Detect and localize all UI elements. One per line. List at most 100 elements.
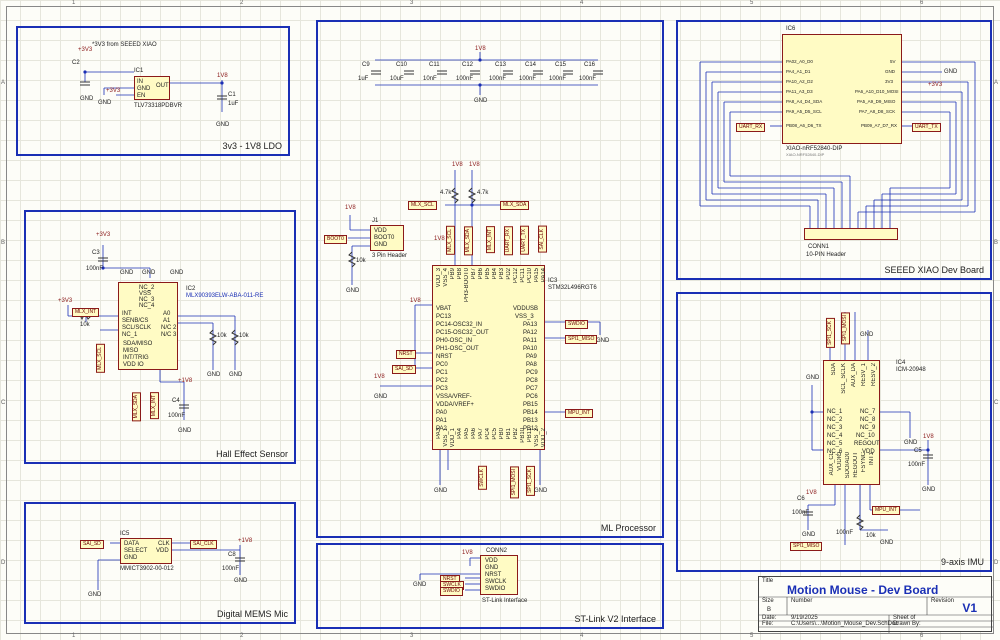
stlink-net-swdio: SWDIO (440, 587, 463, 596)
ml-c15-val: 100nF (549, 76, 567, 82)
xiao-10pin-header (804, 228, 898, 240)
block-title-stlink: ST-Link V2 Interface (574, 614, 656, 624)
ml-c10-ref: C10 (396, 62, 408, 68)
imu-pin-l2: NC_2 (827, 417, 843, 423)
mic-gnd-2: GND (88, 592, 102, 598)
ml-c11-val: 10nF (423, 76, 437, 82)
ldo-pin-out: OUT (156, 83, 169, 89)
hall-net-int: MLX_INT (150, 392, 159, 420)
boot-pin-gnd: GND (374, 242, 388, 248)
ml-net-nrst: NRST (396, 350, 416, 359)
imu-pin-b4: REGOUT (853, 452, 859, 478)
mcu-pin-b7: PA7 (478, 428, 484, 439)
xiao-module-ic: PA02_A0_D0 PA4_A1_D1 PA10_A2_D2 PA11_A3_… (782, 34, 902, 144)
block-title-ldo: 3v3 - 1V8 LDO (222, 141, 282, 151)
imu-pin-l3: NC_3 (827, 425, 843, 431)
mcu-pin-t13: PC11 (520, 268, 526, 283)
imu-net-sck: SPI1_SCK (826, 318, 835, 348)
hall-pin-trig: INT/TRIG (123, 355, 149, 361)
hall-pwr-3: +1V8 (178, 378, 193, 384)
ml-c15-ref: C15 (555, 62, 567, 68)
block-title-xiao: SEEED XIAO Dev Board (884, 265, 984, 275)
mcu-pin-r6: PA10 (523, 346, 538, 352)
mcu-pin-t16: PA14 (541, 268, 547, 283)
ml-net-uart-rx-v: UART_RX (504, 226, 513, 256)
imu-pin-r2: NC_8 (860, 417, 876, 423)
mic-pin-gnd: GND (124, 555, 138, 561)
hall-r3-val: 10k (239, 333, 249, 339)
mcu-pin-b2: VSS_1 (443, 428, 449, 447)
mcu-pin-b5: PA5 (464, 428, 470, 439)
tb-revision-label: Revision (931, 598, 955, 604)
tb-size: B (767, 607, 772, 613)
ml-net-scl-v: MLX_SCL (446, 226, 455, 255)
imu-pin-r5: REGOUT (854, 441, 880, 447)
mcu-pin-l8: PC0 (436, 362, 448, 368)
stlink-pin-swdio: SWDIO (485, 586, 506, 592)
ml-top-pwr: 1V8 (434, 236, 445, 242)
ml-boot-pwr: 1V8 (345, 205, 356, 211)
mcu-pin-b1: PA3 (436, 428, 442, 439)
imu-pin-b5: FSYNC (861, 452, 867, 473)
mcu-pin-b4: PA4 (457, 428, 463, 439)
title-block: Title Motion Mouse - Dev Board Size B Nu… (758, 576, 993, 633)
ml-c14-val: 100nF (519, 76, 537, 82)
ml-net-swdio: SWDIO (565, 320, 588, 329)
stlink-gnd: GND (413, 582, 427, 588)
ldo-c1-val: 1uF (228, 101, 239, 107)
hall-c4-ref: C4 (172, 398, 180, 404)
hall-gnd-3: GND (170, 270, 184, 276)
mcu-pin-b6: PA6 (471, 428, 477, 439)
ldo-pin-en: EN (137, 93, 146, 99)
ml-gnd-bottom-2: GND (534, 488, 548, 494)
ml-net-spi-miso: SPI1_MISO (565, 335, 598, 344)
mcu-bottom-pins: PA3 VSS_1 VDD_1 PA4 PA5 PA6 PA7 PC4 PC5 … (434, 428, 547, 448)
imu-net-miso: SPI1_MISO (790, 542, 823, 551)
stlink-part: ST-Link Interface (482, 598, 528, 604)
imu-pin-t3: AUX_DA (851, 363, 857, 388)
ml-net-boot0: BOOT0 (324, 235, 347, 244)
mcu-pin-l12: VSSA/VREF- (436, 394, 472, 400)
imu-top-pins: SDA SCL_SCLK AUX_DA RESV_1 RESV_2 (825, 363, 879, 405)
imu-net-mosi: SPI1_MOSI (841, 312, 850, 345)
mcu-pin-b14: PB11 (527, 428, 533, 443)
ml-c10-val: 10uF (390, 76, 404, 82)
hall-sensor-ic: INT SENB/CS SCL/SCLK NC_1 NC_2 VSS NC_3 … (118, 282, 178, 370)
xiao-pin-l1: PA02_A0_D0 (786, 59, 813, 64)
mcu-pin-t7: PB6 (478, 268, 484, 280)
imu-gnd-left: GND (806, 375, 820, 381)
hall-net-scl: MLX_SCL (96, 344, 105, 373)
mcu-pin-b12: PB2 (513, 428, 519, 440)
hall-pin-int: INT (122, 311, 132, 317)
mcu-pin-l13: VDDA/VREF+ (436, 402, 474, 408)
mic-part: MMICT3902-00-012 (120, 566, 174, 572)
mcu-pin-l10: PC2 (436, 378, 448, 384)
tb-file-label: File: (762, 621, 774, 627)
mcu-pin-b15: VSS_2 (534, 428, 540, 447)
mic-net-sai-clk: SAI_CLK (190, 540, 217, 549)
mcu-pin-l11: PC3 (436, 386, 448, 392)
mcu-pin-b3: VDD_1 (450, 428, 456, 448)
tb-number-label: Number (791, 598, 813, 604)
mems-mic-ic: DATA SELECT GND CLK VDD (120, 538, 172, 564)
hall-pin-senb: SENB/CS (122, 318, 149, 324)
imu-pin-t1: SDA (831, 363, 837, 376)
mcu-pin-r14: PB14 (523, 410, 538, 416)
tb-drawn-label: Drawn By: (893, 621, 921, 627)
ldo-note: *3V3 from SEEED XIAO (92, 42, 157, 48)
imu-pin-t5: RESV_2 (871, 363, 877, 387)
stlink-ref: CONN2 (486, 548, 508, 554)
ml-net-sda: MLX_SDA (500, 201, 530, 210)
ldo-part: TLV73318PDBVR (134, 103, 182, 109)
imu-net-mpu-int: MPU_INT (872, 506, 900, 515)
tb-size-label: Size (762, 598, 774, 604)
tb-title: Motion Mouse - Dev Board (787, 583, 939, 597)
imu-c6-ref: C6 (797, 496, 805, 502)
ml-c16-val: 100nF (579, 76, 597, 82)
imu-pin-r4: NC_10 (856, 433, 875, 439)
mcu-pin-r4: PA12 (523, 330, 538, 336)
hall-pin-nc4: NC_4 (139, 303, 155, 309)
ml-boot-part: 3 Pin Header (372, 253, 408, 259)
xiao-net-uart-tx: UART_TX (912, 123, 941, 132)
mcu-pin-t14: PC10 (527, 268, 533, 284)
